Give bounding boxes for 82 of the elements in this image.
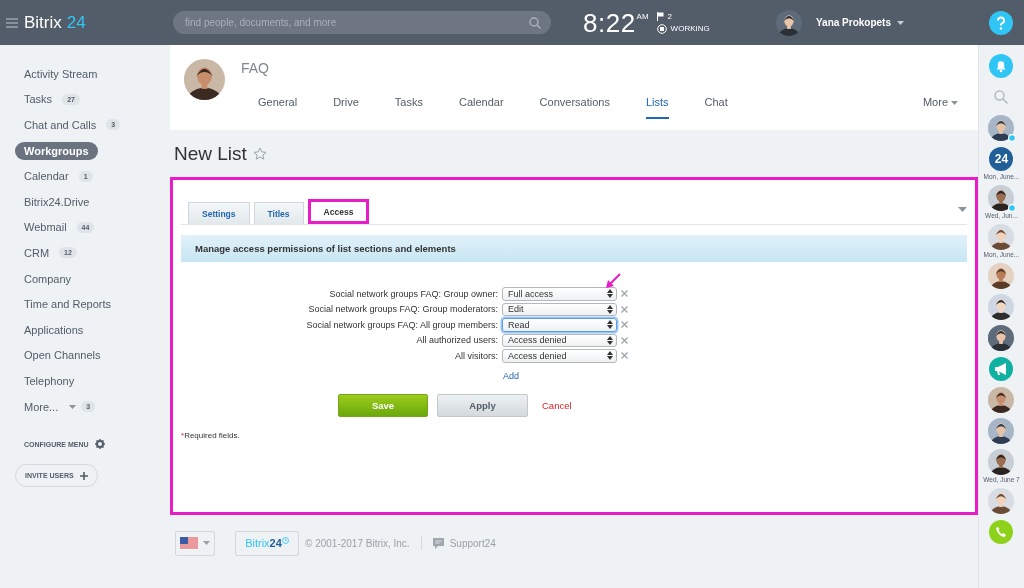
menu-item[interactable]: CRM	[15, 243, 59, 262]
flag-icon	[656, 11, 664, 21]
select-field[interactable]: Access denied	[502, 333, 617, 347]
tab[interactable]: General	[258, 96, 298, 119]
remove-icon[interactable]	[621, 290, 628, 298]
search-icon	[529, 16, 541, 29]
select-field[interactable]: Full access	[502, 287, 617, 301]
menu-item[interactable]: Chat and Calls	[15, 116, 106, 134]
permission-label: Social network groups FAQ: All group members:	[305, 319, 498, 330]
remove-icon[interactable]	[621, 352, 628, 360]
section-header: Manage access permissions of list sections and elements	[181, 235, 967, 262]
menu-item[interactable]: Workgroups	[15, 141, 98, 160]
menu-item[interactable]: Time and Reports	[15, 295, 121, 314]
search-icon[interactable]	[994, 90, 1009, 104]
user-name[interactable]: Yana Prokopets	[815, 17, 891, 28]
menu-item[interactable]: Tasks	[15, 90, 62, 109]
sort-arrows-icon	[607, 320, 613, 330]
gear-icon	[94, 439, 105, 450]
menu-item[interactable]: Open Channels	[15, 346, 110, 365]
phone-icon[interactable]	[989, 520, 1014, 544]
collapse-caret-icon[interactable]	[958, 207, 967, 212]
menu-item[interactable]: Company	[15, 269, 81, 288]
tab[interactable]: Tasks	[394, 96, 423, 119]
menu-icon[interactable]	[6, 17, 18, 28]
flag-count: 2	[667, 11, 673, 21]
menu-item[interactable]: Activity Stream	[15, 64, 107, 83]
sort-arrows-icon	[607, 351, 613, 361]
status-icon	[656, 23, 667, 34]
menu-item[interactable]: Applications	[15, 320, 93, 339]
menu-item[interactable]: More...	[15, 397, 68, 416]
clock-time: 8:22	[583, 8, 636, 37]
permission-label: All visitors:	[454, 350, 498, 361]
help-button[interactable]	[989, 10, 1013, 35]
sort-arrows-icon	[607, 304, 613, 314]
menu-item[interactable]: Webmail	[15, 218, 76, 237]
select-field[interactable]: Read	[502, 318, 617, 332]
plus-icon	[79, 471, 88, 480]
flag-icon	[180, 536, 198, 550]
sort-arrows-icon	[607, 289, 613, 299]
star-icon[interactable]	[252, 146, 267, 161]
logo[interactable]: Bitrix 24	[24, 12, 86, 33]
menu-item[interactable]: Calendar	[15, 167, 78, 186]
tab[interactable]: Calendar	[458, 96, 504, 119]
remove-icon[interactable]	[621, 305, 628, 313]
apply-button[interactable]: Apply	[437, 393, 528, 417]
chat-avatar[interactable]: 24	[989, 147, 1014, 171]
cancel-link[interactable]: Cancel	[537, 393, 577, 417]
tab[interactable]: Chat	[704, 96, 728, 119]
tab[interactable]: Conversations	[539, 96, 610, 119]
bell-icon[interactable]	[989, 54, 1014, 78]
select-field[interactable]: Edit	[502, 302, 617, 316]
menu-item[interactable]: Telephony	[15, 371, 84, 390]
language-button[interactable]	[175, 530, 215, 556]
clock-period: AM	[636, 11, 649, 21]
group-name: FAQ	[241, 60, 270, 76]
add-link[interactable]: Add	[503, 370, 519, 381]
caret-icon	[203, 541, 210, 545]
permission-label: All authorized users:	[415, 335, 498, 346]
chat-icon	[432, 537, 444, 549]
work-status[interactable]: WORKING	[670, 24, 710, 33]
required-note: Required fields.	[184, 430, 240, 440]
tab[interactable]: Lists	[645, 96, 669, 119]
select-field[interactable]: Access denied	[502, 349, 617, 363]
tab[interactable]: Drive	[333, 96, 359, 119]
tab[interactable]: Access	[307, 199, 370, 224]
remove-icon[interactable]	[621, 336, 628, 344]
required-mark: *	[181, 430, 185, 440]
caret-icon	[897, 20, 904, 25]
page-title: New List	[174, 142, 247, 165]
copyright-text: © 2001-2017 Bitrix, Inc.	[305, 537, 410, 549]
tab[interactable]: Settings	[188, 202, 250, 224]
permission-label: Social network groups FAQ: Group owner:	[328, 288, 498, 299]
permission-label: Social network groups FAQ: Group moderators:	[307, 304, 498, 315]
sort-arrows-icon	[607, 335, 613, 345]
bitrix24-logo[interactable]: Bitrix24	[235, 530, 299, 556]
menu-item[interactable]: Bitrix24.Drive	[15, 192, 99, 211]
tab[interactable]: Titles	[253, 202, 304, 224]
more-tab[interactable]: More	[922, 96, 958, 119]
clock-icon	[281, 536, 289, 544]
remove-icon[interactable]	[621, 321, 628, 329]
megaphone-icon[interactable]	[989, 357, 1014, 381]
caret-icon	[951, 101, 958, 105]
